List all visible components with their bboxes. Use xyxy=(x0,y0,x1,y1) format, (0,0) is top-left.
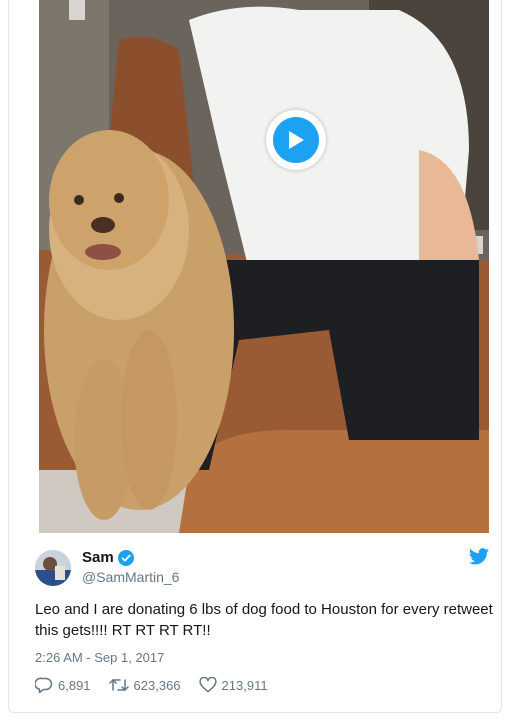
avatar-image xyxy=(35,550,71,586)
play-icon xyxy=(273,117,319,163)
author-handle[interactable]: @SamMartin_6 xyxy=(82,569,179,585)
avatar[interactable] xyxy=(35,550,71,586)
retweet-button[interactable]: 623,366 xyxy=(108,677,181,693)
video-frame-image xyxy=(39,0,489,533)
tweet-timestamp[interactable]: 2:26 AM - Sep 1, 2017 xyxy=(35,650,164,665)
like-count: 213,911 xyxy=(221,677,268,693)
retweet-icon xyxy=(108,679,129,691)
twitter-bird-icon[interactable] xyxy=(469,548,489,570)
verified-badge-icon xyxy=(117,549,134,566)
heart-icon xyxy=(198,677,217,693)
tweet-card: Sam @SamMartin_6 Leo and I are donating … xyxy=(8,0,502,713)
tweet-text: Leo and I are donating 6 lbs of dog food… xyxy=(35,601,493,639)
play-button[interactable] xyxy=(266,110,326,170)
retweet-count: 623,366 xyxy=(133,677,181,693)
reply-button[interactable]: 6,891 xyxy=(35,677,91,693)
tweet-actions: 6,891 623,366 213,911 xyxy=(35,677,286,693)
video-thumbnail[interactable] xyxy=(39,0,489,533)
reply-icon xyxy=(35,677,53,693)
like-button[interactable]: 213,911 xyxy=(198,677,268,693)
reply-count: 6,891 xyxy=(58,677,91,693)
author-name[interactable]: Sam xyxy=(82,549,114,566)
author-row: Sam xyxy=(82,549,134,566)
